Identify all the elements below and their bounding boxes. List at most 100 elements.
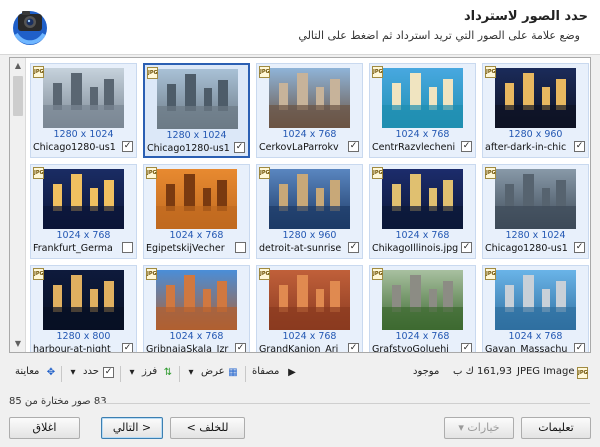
image-filename: after-dark-in-chic (485, 142, 567, 153)
image-thumbnail[interactable] (382, 68, 463, 128)
image-tile[interactable]: JPG 1024 x 768 CerkovLaParrokv ✓ (256, 63, 363, 158)
image-tile[interactable]: JPG 1024 x 768 GrandKanion_Ari ✓ (256, 265, 363, 353)
image-thumbnail[interactable] (269, 169, 350, 229)
image-checkbox[interactable]: ✓ (461, 242, 472, 253)
image-dimensions: 1280 x 960 (508, 129, 563, 140)
filter-arrow-icon[interactable]: ▶ (286, 367, 298, 379)
found-label: موجود (413, 366, 440, 377)
image-tile[interactable]: JPG 1024 x 768 CentrRazvlecheni ✓ (369, 63, 476, 158)
preview-button[interactable]: معاينة (15, 366, 39, 377)
image-checkbox[interactable]: ✓ (235, 343, 246, 352)
jpg-badge-icon: JPG (485, 167, 496, 179)
sort-dropdown-chevron-icon[interactable]: ▾ (126, 367, 138, 379)
image-checkbox[interactable]: ✓ (574, 343, 585, 352)
scrollbar-thumb[interactable] (13, 76, 23, 116)
image-checkbox[interactable]: ✓ (574, 141, 585, 152)
image-grid-pane[interactable]: ▲ ▼ JPG 1280 x 960 after-dark-in-chic ✓ JPG 1… (9, 57, 591, 353)
file-size-label: 161,93 ك ب (453, 366, 513, 377)
image-checkbox[interactable] (235, 242, 246, 253)
image-thumbnail[interactable] (382, 270, 463, 330)
image-filename: GrandKanion_Ari (259, 344, 339, 353)
sort-icon[interactable]: ⇅ (162, 367, 174, 379)
status-bar: 83 صور مختارة من 85 (0, 394, 600, 412)
image-thumbnail[interactable] (495, 68, 576, 128)
bottom-toolbar: JPG JPEG Image 161,93 ك ب موجود ▶ مصفاة … (9, 362, 591, 386)
image-dimensions: 1024 x 768 (56, 230, 111, 241)
image-thumbnail[interactable] (382, 169, 463, 229)
image-checkbox[interactable] (122, 242, 133, 253)
image-dimensions: 1024 x 768 (282, 331, 337, 342)
image-thumbnail[interactable] (156, 270, 237, 330)
image-checkbox[interactable]: ✓ (461, 141, 472, 152)
image-tile[interactable]: JPG 1280 x 1024 Chicago1280-us1 ✓ (30, 63, 137, 158)
next-button[interactable]: التالي > (101, 417, 163, 439)
select-button[interactable]: حدد (83, 366, 99, 377)
image-checkbox[interactable]: ✓ (574, 242, 585, 253)
image-dimensions: 1024 x 768 (508, 331, 563, 342)
scroll-down-arrow-icon[interactable]: ▼ (10, 336, 26, 352)
image-checkbox[interactable]: ✓ (348, 242, 359, 253)
select-dropdown-chevron-icon[interactable]: ▾ (67, 367, 79, 379)
image-tile[interactable]: JPG 1280 x 1024 Chicago1280-us1 ✓ (482, 164, 589, 259)
image-filename: EgipetskijVecher (146, 243, 225, 254)
preview-icon[interactable]: ✥ (45, 367, 57, 379)
jpg-badge-icon: JPG (485, 66, 496, 78)
image-thumbnail[interactable] (43, 169, 124, 229)
image-tile[interactable]: JPG 1280 x 960 detroit-at-sunrise ✓ (256, 164, 363, 259)
image-thumbnail[interactable] (43, 270, 124, 330)
jpg-badge-icon: JPG (372, 167, 383, 179)
toolbar-separator (120, 366, 121, 382)
image-dimensions: 1024 x 768 (282, 129, 337, 140)
image-tile[interactable]: JPG 1024 x 768 EgipetskijVecher (143, 164, 250, 259)
image-checkbox[interactable]: ✓ (348, 141, 359, 152)
help-button[interactable]: تعليمات (521, 417, 591, 439)
close-button[interactable]: اغلاق (9, 417, 80, 439)
image-dimensions: 1024 x 768 (169, 331, 224, 342)
image-dimensions: 1280 x 1024 (166, 130, 227, 141)
jpg-badge-icon: JPG (33, 167, 44, 179)
image-thumbnail[interactable] (269, 68, 350, 128)
back-button[interactable]: < للخلف (170, 417, 245, 439)
image-filename: detroit-at-sunrise (259, 243, 342, 254)
image-filename: harbour-at-night (33, 344, 111, 353)
image-filename: GribnaiaSkala_Izr (146, 344, 229, 353)
options-button[interactable]: ▾ خيارات (444, 417, 514, 439)
image-thumbnail[interactable] (156, 169, 237, 229)
file-type-label: JPEG Image (517, 366, 575, 377)
image-tile[interactable]: JPG 1280 x 960 after-dark-in-chic ✓ (482, 63, 589, 158)
image-tile[interactable]: JPG 1024 x 768 GribnaiaSkala_Izr ✓ (143, 265, 250, 353)
image-filename: Gavan_Massachu (485, 344, 568, 353)
image-dimensions: 1024 x 768 (395, 129, 450, 140)
jpg-badge-icon: JPG (372, 268, 383, 280)
image-checkbox[interactable]: ✓ (122, 141, 133, 152)
image-tile[interactable]: JPG 1024 x 768 Frankfurt_Germa (30, 164, 137, 259)
filter-button[interactable]: مصفاة (252, 366, 279, 377)
select-checkbox-icon[interactable]: ✓ (103, 367, 115, 379)
image-tile[interactable]: JPG 1280 x 800 harbour-at-night ✓ (30, 265, 137, 353)
scroll-up-arrow-icon[interactable]: ▲ (10, 58, 26, 74)
image-checkbox[interactable]: ✓ (122, 343, 133, 352)
image-dimensions: 1024 x 768 (395, 230, 450, 241)
jpg-badge-icon: JPG (147, 67, 158, 79)
image-dimensions: 1280 x 1024 (53, 129, 114, 140)
vertical-scrollbar[interactable]: ▲ ▼ (10, 58, 26, 352)
image-tile[interactable]: JPG 1024 x 768 Gavan_Massachu ✓ (482, 265, 589, 353)
view-dropdown-chevron-icon[interactable]: ▾ (185, 367, 197, 379)
toolbar-separator (245, 366, 246, 382)
view-icon[interactable]: ▦ (227, 367, 239, 379)
image-tile[interactable]: JPG 1280 x 1024 Chicago1280-us1 ✓ (143, 63, 250, 158)
view-button[interactable]: عرض (201, 366, 225, 377)
image-thumbnail[interactable] (495, 169, 576, 229)
image-tile[interactable]: JPG 1024 x 768 ChikagoIllinois.jpg ✓ (369, 164, 476, 259)
sort-button[interactable]: فرز (142, 366, 157, 377)
image-checkbox[interactable]: ✓ (234, 142, 245, 153)
status-divider (98, 403, 590, 404)
image-thumbnail[interactable] (43, 68, 124, 128)
image-thumbnail[interactable] (269, 270, 350, 330)
image-checkbox[interactable]: ✓ (461, 343, 472, 352)
image-checkbox[interactable]: ✓ (348, 343, 359, 352)
image-thumbnail[interactable] (157, 69, 238, 129)
image-thumbnail[interactable] (495, 270, 576, 330)
image-tile[interactable]: JPG 1024 x 768 GrafstvoGoluehi ✓ (369, 265, 476, 352)
image-dimensions: 1024 x 768 (169, 230, 224, 241)
